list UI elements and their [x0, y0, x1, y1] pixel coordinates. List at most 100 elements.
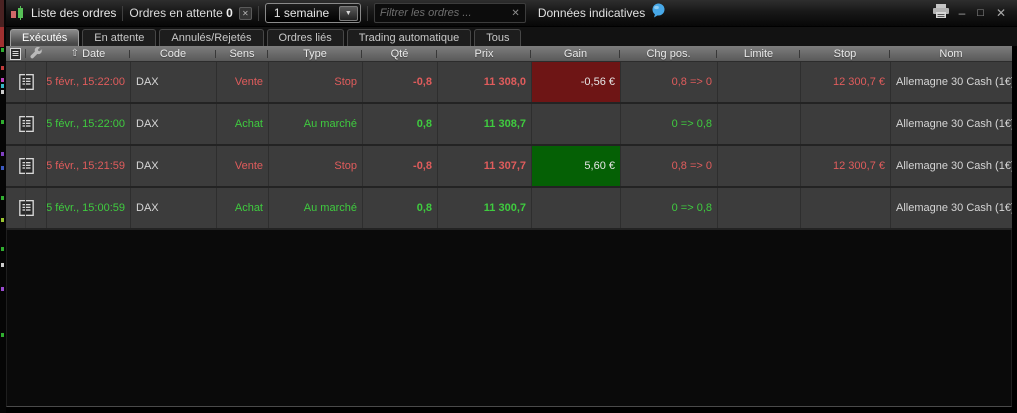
tab-bar: Exécutés En attente Annulés/Rejetés Ordr…: [0, 27, 1017, 46]
document-icon[interactable]: [6, 188, 46, 228]
orders-window: Liste des ordres Ordres en attente 0 ✕ 1…: [0, 0, 1017, 413]
column-header-gain[interactable]: Gain: [531, 46, 620, 61]
document-icon[interactable]: [6, 104, 46, 144]
cell-qte: -0,8: [362, 62, 437, 102]
print-icon[interactable]: [932, 3, 950, 24]
cell-chg-pos: 0,8 => 0: [620, 146, 717, 186]
tab-trading-automatique[interactable]: Trading automatique: [346, 29, 472, 46]
tab-annules-rejetes[interactable]: Annulés/Rejetés: [159, 29, 264, 46]
cell-qte: -0,8: [362, 146, 437, 186]
column-header-prix[interactable]: Prix: [437, 46, 531, 61]
maximize-button[interactable]: □: [974, 7, 987, 19]
cell-qte: 0,8: [362, 188, 437, 228]
divider: [366, 5, 368, 21]
cell-prix: 11 300,7: [437, 188, 531, 228]
cell-nom: Allemagne 30 Cash (1€): [890, 188, 1012, 228]
window-left-edge: [0, 0, 6, 413]
column-header-qte[interactable]: Qté: [362, 46, 437, 61]
cell-limite: [717, 62, 800, 102]
cell-stop: 12 300,7 €: [800, 146, 890, 186]
pending-clear-icon[interactable]: ✕: [238, 6, 252, 20]
pending-orders-label: Ordres en attente 0: [129, 6, 233, 20]
minimize-button[interactable]: –: [956, 7, 969, 19]
table-row[interactable]: 5 févr., 15:22:00 DAX Vente Stop -0,8 11…: [6, 62, 1012, 104]
tab-ordres-lies[interactable]: Ordres liés: [266, 29, 344, 46]
cell-nom: Allemagne 30 Cash (1€): [890, 62, 1012, 102]
filter-input-wrap: ✕: [373, 3, 526, 23]
cell-code: DAX: [130, 104, 216, 144]
divider: [122, 5, 124, 21]
column-header-date[interactable]: ⇧ Date: [46, 46, 130, 61]
wrench-icon[interactable]: [29, 47, 43, 60]
cell-code: DAX: [130, 188, 216, 228]
close-button[interactable]: ✕: [993, 7, 1009, 19]
column-header-nom[interactable]: Nom: [890, 46, 1012, 61]
window-title: Liste des ordres: [31, 6, 117, 20]
cell-code: DAX: [130, 146, 216, 186]
tab-tous[interactable]: Tous: [474, 29, 522, 46]
cell-stop: [800, 188, 890, 228]
cell-date: 5 févr., 15:22:00: [46, 104, 130, 144]
cell-sens: Vente: [216, 146, 268, 186]
indicative-data-label: Données indicatives: [537, 6, 646, 20]
table-header: ⇧ Date Code Sens Type Qté Prix Gain Chg p…: [6, 46, 1012, 62]
chat-bubble-icon: [651, 3, 666, 23]
cell-gain: [531, 104, 620, 144]
cell-code: DAX: [130, 62, 216, 102]
table-row[interactable]: 5 févr., 15:00:59 DAX Achat Au marché 0,…: [6, 188, 1012, 230]
pending-orders-count: 0: [226, 6, 233, 20]
cell-stop: 12 300,7 €: [800, 62, 890, 102]
column-header-limite[interactable]: Limite: [717, 46, 800, 61]
column-header-code[interactable]: Code: [130, 46, 216, 61]
cell-type: Au marché: [268, 104, 362, 144]
column-header-chg-pos[interactable]: Chg pos.: [620, 46, 717, 61]
cell-date: 5 févr., 15:00:59: [46, 188, 130, 228]
cell-nom: Allemagne 30 Cash (1€): [890, 104, 1012, 144]
empty-table-area: [6, 230, 1012, 407]
divider: [257, 5, 259, 21]
document-icon: [9, 47, 21, 60]
cell-sens: Achat: [216, 104, 268, 144]
cell-limite: [717, 188, 800, 228]
titlebar: Liste des ordres Ordres en attente 0 ✕ 1…: [0, 0, 1017, 27]
cell-chg-pos: 0 => 0,8: [620, 188, 717, 228]
tab-en-attente[interactable]: En attente: [82, 29, 157, 46]
cell-sens: Vente: [216, 62, 268, 102]
header-icons: [6, 46, 46, 61]
cell-prix: 11 308,0: [437, 62, 531, 102]
document-icon[interactable]: [6, 62, 46, 102]
cell-sens: Achat: [216, 188, 268, 228]
tab-executes[interactable]: Exécutés: [10, 29, 80, 46]
document-icon[interactable]: [6, 146, 46, 186]
column-header-type[interactable]: Type: [268, 46, 362, 61]
cell-limite: [717, 104, 800, 144]
column-header-stop[interactable]: Stop: [800, 46, 890, 61]
cell-gain: -0,56 €: [531, 62, 620, 102]
cell-prix: 11 307,7: [437, 146, 531, 186]
cell-date: 5 févr., 15:22:00: [46, 62, 130, 102]
cell-date: 5 févr., 15:21:59: [46, 146, 130, 186]
cell-qte: 0,8: [362, 104, 437, 144]
cell-chg-pos: 0 => 0,8: [620, 104, 717, 144]
cell-type: Stop: [268, 146, 362, 186]
column-header-sens[interactable]: Sens: [216, 46, 268, 61]
sort-ascending-icon: ⇧: [70, 48, 80, 59]
cell-limite: [717, 146, 800, 186]
cell-type: Stop: [268, 62, 362, 102]
cell-gain: 5,60 €: [531, 146, 620, 186]
clear-filter-icon[interactable]: ✕: [511, 8, 519, 19]
cell-type: Au marché: [268, 188, 362, 228]
cell-nom: Allemagne 30 Cash (1€): [890, 146, 1012, 186]
cell-stop: [800, 104, 890, 144]
table-row[interactable]: 5 févr., 15:22:00 DAX Achat Au marché 0,…: [6, 104, 1012, 146]
cell-prix: 11 308,7: [437, 104, 531, 144]
candlestick-icon: [9, 5, 25, 21]
cell-gain: [531, 188, 620, 228]
divider: [24, 49, 26, 58]
period-dropdown-value: 1 semaine: [273, 6, 330, 20]
filter-input[interactable]: [379, 7, 512, 19]
period-dropdown[interactable]: 1 semaine ▼: [264, 3, 361, 23]
cell-chg-pos: 0,8 => 0: [620, 62, 717, 102]
chevron-down-icon[interactable]: ▼: [338, 5, 358, 21]
table-row[interactable]: 5 févr., 15:21:59 DAX Vente Stop -0,8 11…: [6, 146, 1012, 188]
